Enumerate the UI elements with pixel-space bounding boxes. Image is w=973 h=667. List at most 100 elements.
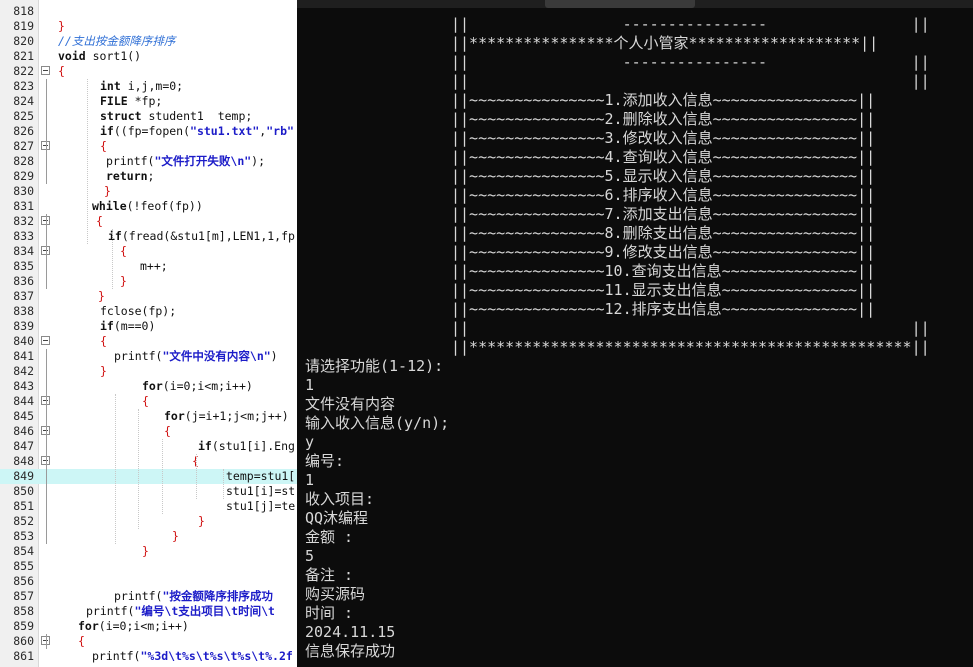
code-line[interactable]: 851 stu1[j]=te <box>0 499 300 514</box>
code-text: fclose(fp); <box>100 304 177 318</box>
line-number: 839 <box>13 319 34 333</box>
code-line[interactable]: 856 <box>0 574 300 589</box>
indent-guide <box>112 229 113 289</box>
line-number: 846 <box>13 424 34 438</box>
line-number: 825 <box>13 109 34 123</box>
fold-toggle-icon[interactable] <box>41 66 50 75</box>
code-line[interactable]: 860 { <box>0 634 300 649</box>
line-number: 834 <box>13 244 34 258</box>
code-line[interactable]: 830} <box>0 184 300 199</box>
console-line: 时间 : <box>305 604 354 622</box>
code-line[interactable]: 821 void sort1() <box>0 49 300 64</box>
menu-line: ||~~~~~~~~~~~~~~~12.排序支出信息~~~~~~~~~~~~~~… <box>451 300 876 318</box>
line-number: 858 <box>13 604 34 618</box>
code-text: printf("%3d\t%s\t%s\t%s\t%.2f <box>92 649 293 663</box>
code-line[interactable]: 825 struct student1 temp; <box>0 109 300 124</box>
code-text: FILE *fp; <box>100 94 163 108</box>
menu-line: ||~~~~~~~~~~~~~~~1.添加收入信息~~~~~~~~~~~~~~~… <box>451 91 876 109</box>
menu-line: || || <box>451 319 930 337</box>
code-line[interactable]: 834 { <box>0 244 300 259</box>
code-line[interactable]: 827 { <box>0 139 300 154</box>
code-line[interactable]: 820 //支出按金额降序排序 <box>0 34 300 49</box>
line-number: 827 <box>13 139 34 153</box>
menu-line: ||~~~~~~~~~~~~~~~7.添加支出信息~~~~~~~~~~~~~~~… <box>451 205 876 223</box>
code-line[interactable]: 849 temp=stu1[ <box>0 469 300 484</box>
line-number: 847 <box>13 439 34 453</box>
code-text: while(!feof(fp)) <box>92 199 203 213</box>
menu-line: ||****************个人小管家*****************… <box>451 34 879 52</box>
line-number: 838 <box>13 304 34 318</box>
menu-line: ||~~~~~~~~~~~~~~~8.删除支出信息~~~~~~~~~~~~~~~… <box>451 224 876 242</box>
menu-line: ||~~~~~~~~~~~~~~~3.修改收入信息~~~~~~~~~~~~~~~… <box>451 129 876 147</box>
line-number: 837 <box>13 289 34 303</box>
code-line[interactable]: 840 { <box>0 334 300 349</box>
line-number: 821 <box>13 49 34 63</box>
line-number: 842 <box>13 364 34 378</box>
menu-line: || ---------------- || <box>451 53 930 71</box>
code-editor[interactable]: 818 819} 820//支出按金额降序排序 821 void sort1() 822{… <box>0 0 300 667</box>
console-window[interactable]: || ---------------- || ||****************… <box>297 0 973 667</box>
line-number: 823 <box>13 79 34 93</box>
console-line: 金额 : <box>305 528 354 546</box>
code-line[interactable]: 842} <box>0 364 300 379</box>
code-line[interactable]: 818 <box>0 4 300 19</box>
code-text: stu1[i]=st <box>226 484 296 498</box>
code-line[interactable]: 850 stu1[i]=st <box>0 484 300 499</box>
line-number: 860 <box>13 634 34 648</box>
code-line[interactable]: 858 printf("编号\t支出项目\t时间\t <box>0 604 300 619</box>
code-line[interactable]: 843 for(i=0;i<m;i++) <box>0 379 300 394</box>
code-line[interactable]: 841 printf("文件中没有内容\n") <box>0 349 300 364</box>
code-line[interactable]: 823 int i,j,m=0; <box>0 79 300 94</box>
code-text: m++; <box>140 259 168 273</box>
code-line[interactable]: 832 { <box>0 214 300 229</box>
code-line[interactable]: 835 m++; <box>0 259 300 274</box>
line-number: 835 <box>13 259 34 273</box>
code-line[interactable]: 857 printf("按金额降序排序成功 <box>0 589 300 604</box>
code-line[interactable]: 839 if(m==0) <box>0 319 300 334</box>
menu-line: || || <box>451 72 930 90</box>
code-text: } <box>100 364 107 378</box>
code-line[interactable]: 822 { <box>0 64 300 79</box>
code-line[interactable]: 852} <box>0 514 300 529</box>
console-line: 信息保存成功 <box>305 642 396 660</box>
code-line[interactable]: 845 for(j=i+1;j<m;j++) <box>0 409 300 424</box>
code-line[interactable]: 847 if(stu1[i].Eng <box>0 439 300 454</box>
code-text: for(j=i+1;j<m;j++) <box>164 409 289 423</box>
console-line: QQ沐编程 <box>305 509 369 527</box>
code-line[interactable]: 846 { <box>0 424 300 439</box>
line-number: 850 <box>13 484 34 498</box>
code-text: { <box>142 394 149 408</box>
code-text: stu1[j]=te <box>226 499 296 513</box>
code-line[interactable]: 826 if((fp=fopen("stu1.txt","rb" <box>0 124 300 139</box>
line-number: 829 <box>13 169 34 183</box>
code-line[interactable]: 844 { <box>0 394 300 409</box>
code-text: printf("文件中没有内容\n") <box>114 349 278 363</box>
code-line[interactable]: 837} <box>0 289 300 304</box>
code-line[interactable]: 855 <box>0 559 300 574</box>
console-line: 2024.11.15 <box>305 623 396 641</box>
line-number: 824 <box>13 94 34 108</box>
code-line[interactable]: 833 if(fread(&stu1[m],LEN1,1,fp <box>0 229 300 244</box>
code-line[interactable]: 831 while(!feof(fp)) <box>0 199 300 214</box>
indent-guide <box>162 439 163 514</box>
code-line[interactable]: 853} <box>0 529 300 544</box>
code-line[interactable]: 854} <box>0 544 300 559</box>
fold-toggle-icon[interactable] <box>41 336 50 345</box>
code-line[interactable]: 861 printf("%3d\t%s\t%s\t%s\t%.2f <box>0 649 300 664</box>
code-text: { <box>100 334 107 348</box>
line-number: 859 <box>13 619 34 633</box>
menu-line: ||~~~~~~~~~~~~~~~6.排序收入信息~~~~~~~~~~~~~~~… <box>451 186 876 204</box>
code-line[interactable]: 848{ <box>0 454 300 469</box>
code-line[interactable]: 828 printf("文件打开失败\n"); <box>0 154 300 169</box>
code-line[interactable]: 838 fclose(fp); <box>0 304 300 319</box>
code-line[interactable]: 859 for(i=0;i<m;i++) <box>0 619 300 634</box>
line-number: 848 <box>13 454 34 468</box>
code-line[interactable]: 819} <box>0 19 300 34</box>
line-number: 836 <box>13 274 34 288</box>
line-number: 854 <box>13 544 34 558</box>
code-line[interactable]: 836} <box>0 274 300 289</box>
code-line[interactable]: 824 FILE *fp; <box>0 94 300 109</box>
line-number: 832 <box>13 214 34 228</box>
code-line[interactable]: 829 return; <box>0 169 300 184</box>
console-line: 输入收入信息(y/n); <box>305 414 450 432</box>
